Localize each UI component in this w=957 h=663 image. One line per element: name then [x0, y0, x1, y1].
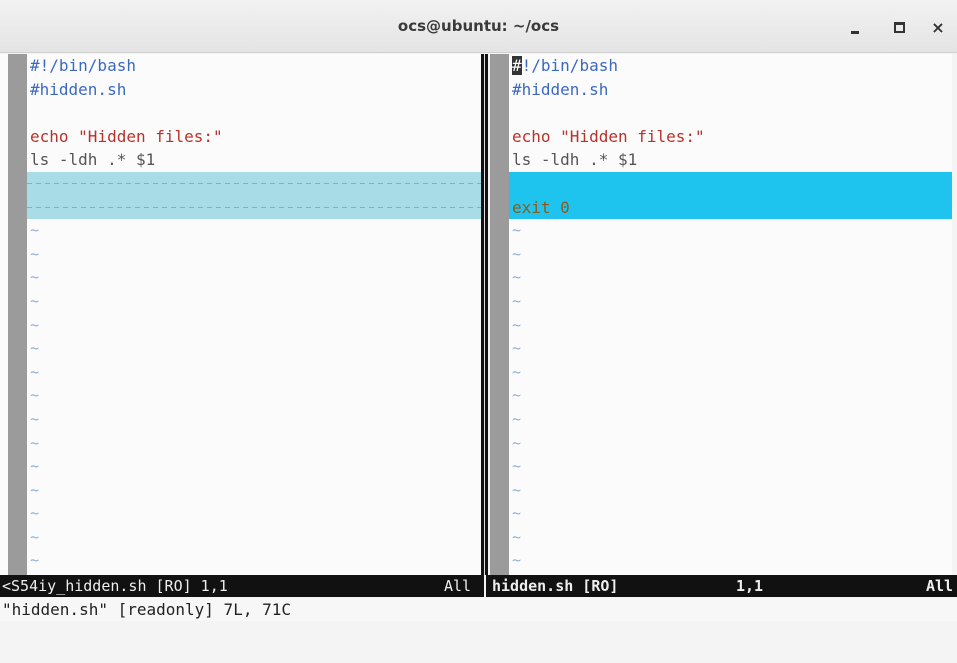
- close-button[interactable]: ×: [925, 14, 951, 40]
- line-text: !/bin/bash: [521, 56, 618, 75]
- right-diff-pane[interactable]: #!/bin/bash #hidden.sh echo "Hidden file…: [490, 54, 952, 575]
- empty-line-tilde: ~: [512, 339, 522, 358]
- empty-line-tilde: ~: [30, 244, 40, 263]
- code-line[interactable]: ls -ldh .* $1: [27, 148, 481, 172]
- diff-added-line[interactable]: [509, 171, 952, 196]
- code-line[interactable]: #hidden.sh: [509, 78, 952, 102]
- code-line[interactable]: echo "Hidden files:": [27, 125, 481, 149]
- status-filename: hidden.sh [RO]: [492, 577, 619, 595]
- status-scroll: All: [926, 577, 954, 595]
- empty-line-tilde: ~: [30, 504, 40, 523]
- left-edge: [0, 54, 8, 575]
- code-line[interactable]: #!/bin/bash: [27, 54, 481, 78]
- code-line[interactable]: [509, 101, 952, 125]
- keyword: echo: [30, 126, 69, 146]
- empty-line-tilde: ~: [512, 433, 522, 452]
- window-title: ocs@ubuntu: ~/ocs: [397, 17, 560, 35]
- maximize-button[interactable]: [886, 14, 912, 40]
- empty-line-tilde: ~: [30, 433, 40, 452]
- minimize-button[interactable]: [842, 14, 868, 40]
- status-position: 1,1: [736, 577, 764, 595]
- empty-line-tilde: ~: [512, 221, 522, 240]
- empty-line-tilde: ~: [30, 291, 40, 310]
- fold-gutter: [8, 54, 27, 575]
- empty-line-tilde: ~: [512, 409, 522, 428]
- empty-line-tilde: ~: [512, 268, 522, 287]
- left-diff-pane[interactable]: #!/bin/bash #hidden.sh echo "Hidden file…: [8, 54, 481, 575]
- empty-line-tilde: ~: [30, 457, 40, 476]
- text-cursor: #: [512, 56, 522, 75]
- empty-line-tilde: ~: [30, 386, 40, 405]
- code-line[interactable]: echo "Hidden files:": [509, 125, 952, 149]
- empty-line-tilde: ~: [512, 244, 522, 263]
- empty-line-tilde: ~: [512, 527, 522, 546]
- empty-line-tilde: ~: [512, 480, 522, 499]
- split-divider[interactable]: [485, 54, 488, 575]
- empty-line-tilde: ~: [512, 457, 522, 476]
- right-buffer-lines[interactable]: #!/bin/bash #hidden.sh echo "Hidden file…: [509, 54, 952, 573]
- code-line[interactable]: ls -ldh .* $1: [509, 148, 952, 172]
- minimize-icon: [851, 30, 859, 34]
- empty-line-tilde: ~: [30, 409, 40, 428]
- empty-line-tilde: ~: [30, 221, 40, 240]
- diff-filler-line: [27, 171, 481, 196]
- left-buffer-lines[interactable]: #!/bin/bash #hidden.sh echo "Hidden file…: [27, 54, 481, 573]
- code-line[interactable]: #!/bin/bash: [509, 54, 952, 78]
- fold-gutter: [490, 54, 509, 575]
- diff-filler-line: [27, 195, 481, 220]
- string-literal: "Hidden files:": [560, 126, 705, 146]
- keyword: echo: [512, 126, 551, 146]
- close-icon: ×: [931, 17, 945, 37]
- empty-line-tilde: ~: [512, 551, 522, 570]
- empty-line-tilde: ~: [512, 386, 522, 405]
- empty-line-tilde: ~: [30, 362, 40, 381]
- maximize-icon: [893, 21, 905, 33]
- status-filename: <S54iy_hidden.sh [RO] 1,1: [2, 577, 228, 595]
- empty-line-tilde: ~: [512, 504, 522, 523]
- empty-line-tilde: ~: [30, 315, 40, 334]
- empty-line-tilde: ~: [512, 291, 522, 310]
- code-line[interactable]: #hidden.sh: [27, 78, 481, 102]
- status-line-left: <S54iy_hidden.sh [RO] 1,1 All: [0, 575, 484, 597]
- diff-added-line[interactable]: exit 0: [509, 195, 952, 220]
- title-bar: ocs@ubuntu: ~/ocs ×: [0, 0, 957, 53]
- vim-diff-editor[interactable]: #!/bin/bash #hidden.sh echo "Hidden file…: [0, 54, 957, 575]
- empty-line-tilde: ~: [30, 527, 40, 546]
- empty-line-tilde: ~: [30, 268, 40, 287]
- string-literal: "Hidden files:": [78, 126, 223, 146]
- empty-line-tilde: ~: [30, 339, 40, 358]
- status-scroll: All: [444, 577, 472, 595]
- code-line[interactable]: [27, 101, 481, 125]
- empty-line-tilde: ~: [512, 362, 522, 381]
- status-line-right: hidden.sh [RO] 1,1 All: [486, 575, 957, 597]
- command-line[interactable]: "hidden.sh" [readonly] 7L, 71C: [0, 598, 957, 621]
- empty-line-tilde: ~: [30, 480, 40, 499]
- empty-line-tilde: ~: [512, 315, 522, 334]
- empty-line-tilde: ~: [30, 551, 40, 570]
